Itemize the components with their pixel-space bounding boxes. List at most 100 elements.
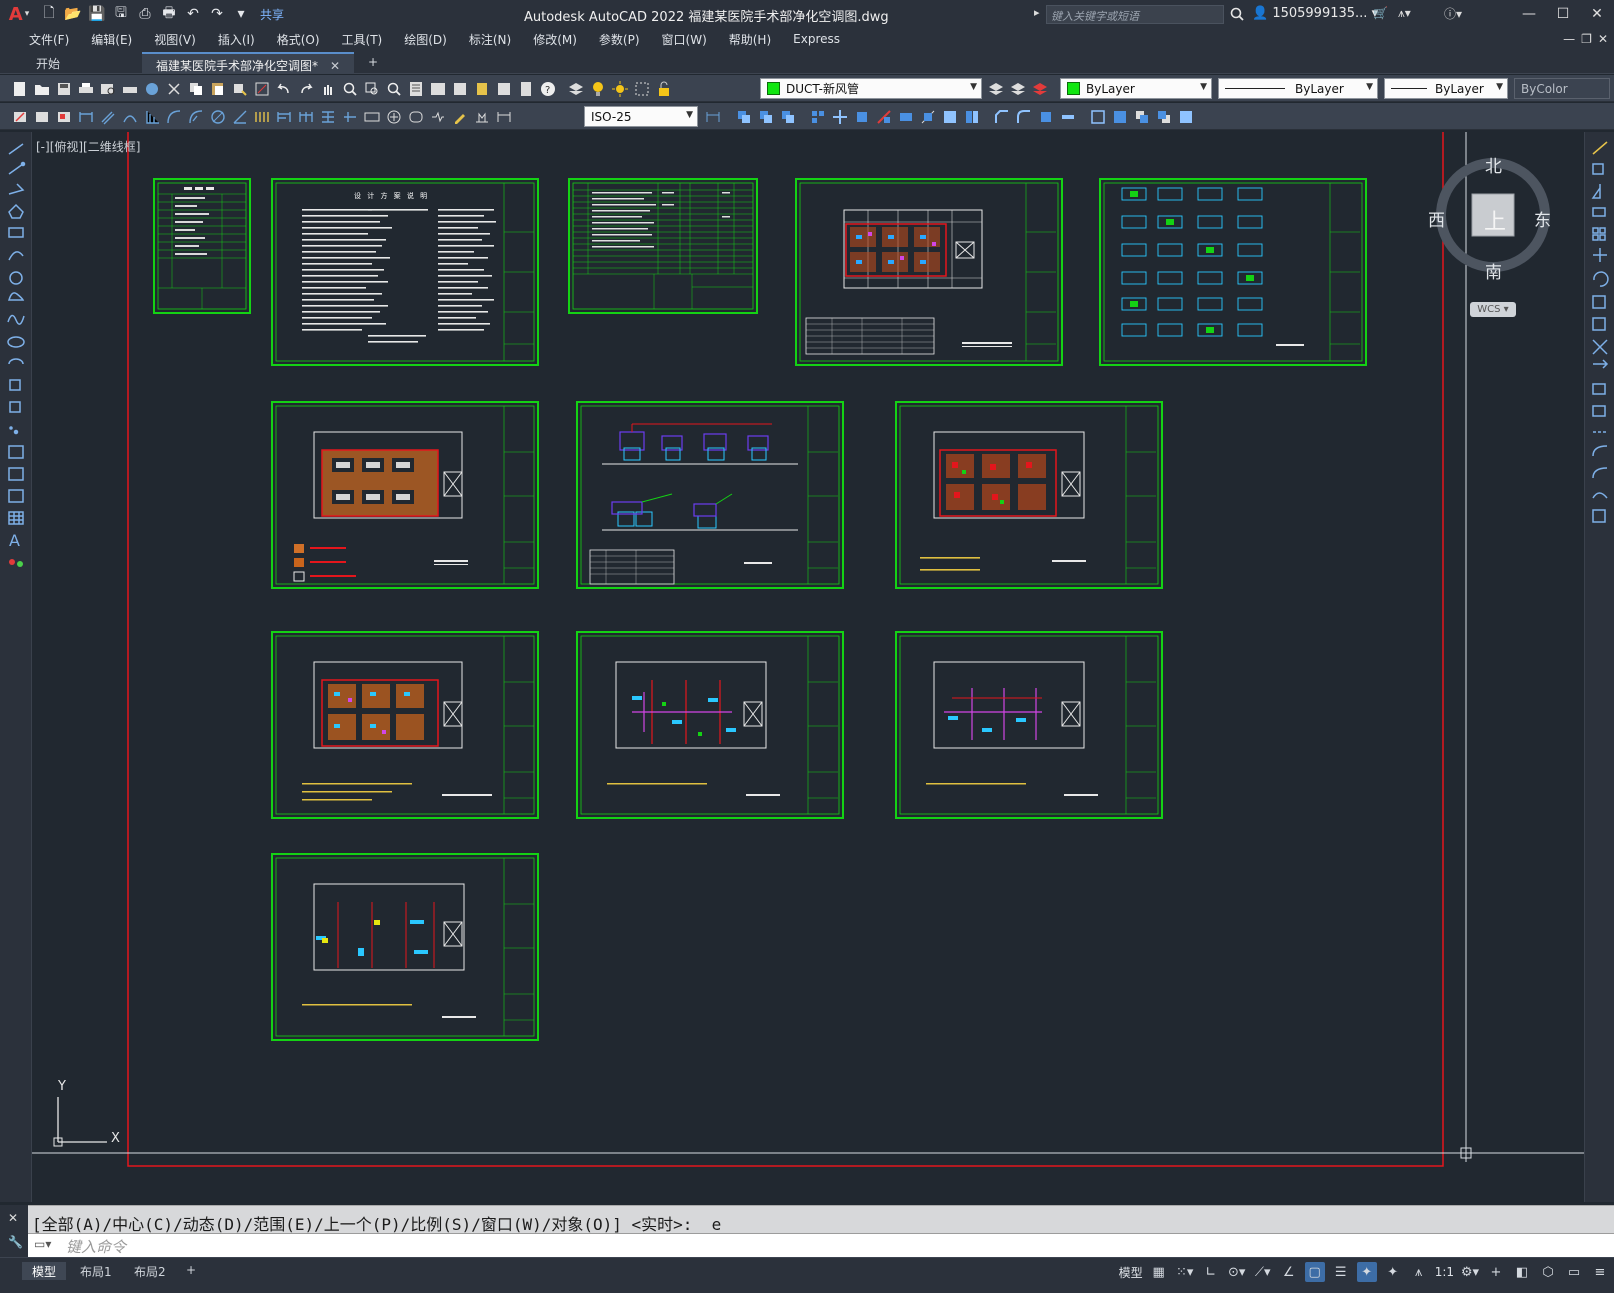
- linetype-dropdown[interactable]: ByLayer ▼: [1218, 78, 1378, 99]
- tab-drawing[interactable]: 福建某医院手术部净化空调图* ✕: [142, 52, 355, 74]
- plot-icon[interactable]: 🖶: [160, 5, 178, 23]
- hardware-accel-icon[interactable]: ⬡: [1538, 1262, 1558, 1282]
- cut-icon[interactable]: [164, 79, 183, 98]
- jogged-dim-icon[interactable]: [186, 107, 205, 126]
- sheet-detail-symbols[interactable]: [1099, 178, 1367, 366]
- match-properties-icon[interactable]: [230, 79, 249, 98]
- close-command-icon[interactable]: ✕: [8, 1211, 18, 1225]
- annotation-scale-value[interactable]: 1:1: [1435, 1265, 1454, 1279]
- sheet-set-icon[interactable]: [472, 79, 491, 98]
- design-center-icon[interactable]: [428, 79, 447, 98]
- wcs-menu[interactable]: WCS ▾: [1470, 302, 1516, 317]
- baseline-dim-icon[interactable]: [274, 107, 293, 126]
- sheet-drawing-list[interactable]: [153, 178, 251, 314]
- quick-dim-icon[interactable]: [252, 107, 271, 126]
- draworder-back-icon[interactable]: [1154, 107, 1173, 126]
- drawing-canvas[interactable]: 设 计 方 案 说 明 Y X: [32, 132, 1584, 1202]
- save-icon[interactable]: 💾: [88, 5, 106, 23]
- close-icon[interactable]: ✕: [1580, 0, 1614, 28]
- plot-preview-icon[interactable]: [98, 79, 117, 98]
- cart-icon[interactable]: 🛒: [1373, 6, 1388, 20]
- sheet-design-notes[interactable]: 设 计 方 案 说 明: [271, 178, 539, 366]
- pan-icon[interactable]: [318, 79, 337, 98]
- publish-3d-icon[interactable]: [142, 79, 161, 98]
- tool-palettes-icon[interactable]: [450, 79, 469, 98]
- open-icon[interactable]: 📂: [64, 5, 82, 23]
- continue-dim-icon[interactable]: [296, 107, 315, 126]
- draworder-front-icon[interactable]: [1132, 107, 1151, 126]
- layer-viewport-icon[interactable]: [632, 79, 651, 98]
- color-dropdown[interactable]: ByLayer ▼: [1060, 78, 1212, 99]
- break-icon[interactable]: [962, 107, 981, 126]
- center-mark-icon[interactable]: [384, 107, 403, 126]
- menu-edit[interactable]: 编辑(E): [80, 31, 143, 48]
- radius-dim-icon[interactable]: [164, 107, 183, 126]
- doc-close-icon[interactable]: ✕: [1598, 32, 1608, 46]
- tolerance-icon[interactable]: [362, 107, 381, 126]
- menu-parametric[interactable]: 参数(P): [588, 31, 651, 48]
- command-input[interactable]: ▭▾ 键入命令: [28, 1233, 1614, 1257]
- object-snap-tracking-icon[interactable]: ∠: [1279, 1262, 1299, 1282]
- publish-icon[interactable]: ⎙: [136, 5, 154, 23]
- search-icon[interactable]: [1228, 5, 1246, 23]
- layer-properties-icon[interactable]: [566, 79, 585, 98]
- close-tab-icon[interactable]: ✕: [330, 59, 340, 73]
- menu-insert[interactable]: 插入(I): [207, 31, 266, 48]
- sheet-system-diagram[interactable]: [576, 401, 844, 589]
- new-tab-button[interactable]: +: [354, 52, 392, 74]
- block-attrib-icon[interactable]: [54, 107, 73, 126]
- annotation-scale-icon[interactable]: ⩚: [1409, 1262, 1429, 1282]
- menu-tools[interactable]: 工具(T): [331, 31, 394, 48]
- redo-icon[interactable]: ↷: [208, 5, 226, 23]
- stretch-icon[interactable]: [896, 107, 915, 126]
- layer-state-icon[interactable]: [1030, 79, 1049, 98]
- zoom-previous-icon[interactable]: [384, 79, 403, 98]
- sheet-floor-plan-1[interactable]: [795, 178, 1063, 366]
- layer-previous-icon[interactable]: [1008, 79, 1027, 98]
- menu-window[interactable]: 窗口(W): [651, 31, 718, 48]
- tab-start[interactable]: 开始: [22, 52, 74, 74]
- layer-unlock-icon[interactable]: [654, 79, 673, 98]
- layout-tab-model[interactable]: 模型: [22, 1262, 67, 1280]
- offset-icon[interactable]: [778, 107, 797, 126]
- recent-commands-icon[interactable]: ▭▾: [34, 1237, 51, 1251]
- save-as-icon[interactable]: 🖫: [112, 5, 130, 23]
- drawing-viewport[interactable]: 设 计 方 案 说 明 Y X: [32, 132, 1584, 1202]
- linear-dim-icon[interactable]: [76, 107, 95, 126]
- autocad-logo-icon[interactable]: A ▾: [0, 0, 38, 28]
- aligned-dim-icon[interactable]: [98, 107, 117, 126]
- edit-attrib-icon[interactable]: [32, 107, 51, 126]
- dimension-style-icon[interactable]: [703, 107, 722, 126]
- viewcube-east[interactable]: 东: [1534, 206, 1551, 231]
- properties-icon[interactable]: [406, 79, 425, 98]
- help-tb-icon[interactable]: ?: [538, 79, 557, 98]
- menu-draw[interactable]: 绘图(D): [393, 31, 458, 48]
- paste-icon[interactable]: [208, 79, 227, 98]
- doc-restore-icon[interactable]: ❐: [1581, 32, 1592, 46]
- edit-text-icon[interactable]: [10, 107, 29, 126]
- help-search-input[interactable]: 键入关键字或短语: [1046, 5, 1224, 24]
- save-file-icon[interactable]: [54, 79, 73, 98]
- dimtedit-icon[interactable]: [472, 107, 491, 126]
- jogged-linear-icon[interactable]: [428, 107, 447, 126]
- block-editor-icon[interactable]: [252, 79, 271, 98]
- ordinate-dim-icon[interactable]: [142, 107, 161, 126]
- menu-express[interactable]: Express: [782, 32, 851, 46]
- annotation-visibility-icon[interactable]: ✦: [1356, 1262, 1377, 1282]
- polar-icon[interactable]: ⊙▾: [1227, 1262, 1247, 1282]
- layer-dropdown[interactable]: DUCT-新风管 ▼: [760, 78, 982, 99]
- explode-icon[interactable]: [1036, 107, 1055, 126]
- object-snap-icon[interactable]: ▢: [1304, 1262, 1325, 1282]
- layer-on-icon[interactable]: [588, 79, 607, 98]
- grid-icon[interactable]: ▦: [1149, 1262, 1169, 1282]
- zoom-window-icon[interactable]: [362, 79, 381, 98]
- sheet-floor-plan-4[interactable]: [271, 631, 539, 819]
- rotate-icon[interactable]: [852, 107, 871, 126]
- ortho-icon[interactable]: ∟: [1201, 1262, 1221, 1282]
- add-layout-button[interactable]: +: [176, 1262, 206, 1280]
- dim-update-icon[interactable]: [494, 107, 513, 126]
- view-manager-icon[interactable]: [1176, 107, 1195, 126]
- redo-tb-icon[interactable]: [296, 79, 315, 98]
- menu-format[interactable]: 格式(O): [266, 31, 331, 48]
- undo-icon[interactable]: ↶: [184, 5, 202, 23]
